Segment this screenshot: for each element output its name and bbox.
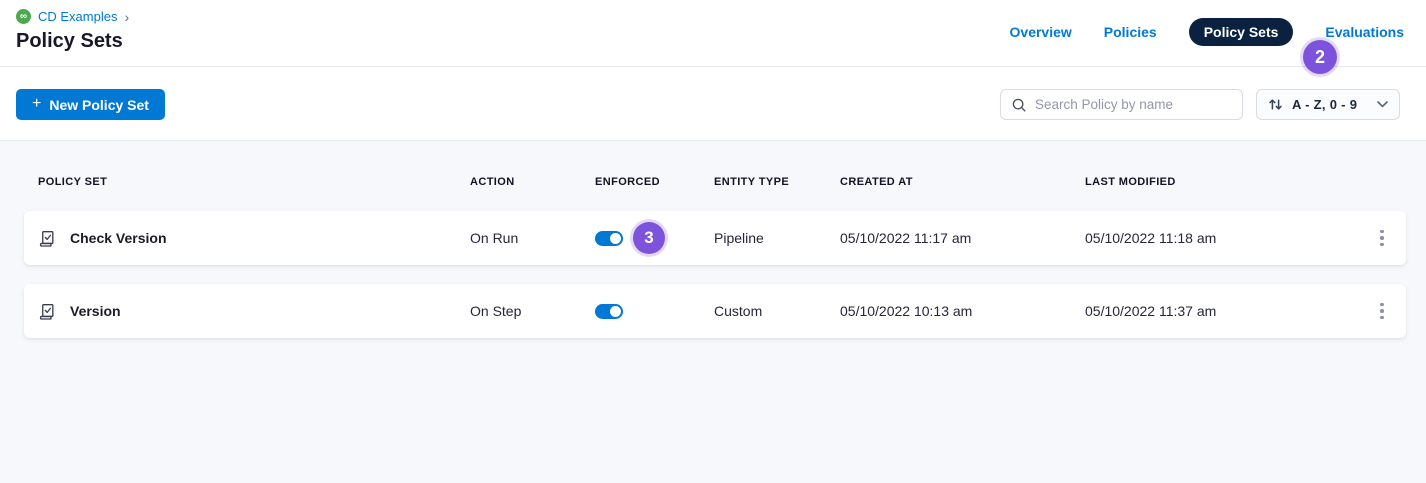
sort-arrows-icon [1268,97,1283,112]
table-row[interactable]: Version On Step Custom 05/10/2022 10:13 … [24,284,1406,338]
row-menu-kebab-icon[interactable] [1372,224,1392,253]
tab-evaluations[interactable]: Evaluations [1325,24,1404,40]
annotation-step-2-badge: 2 [1303,40,1337,74]
search-icon [1011,97,1027,113]
cd-module-icon: ∞ [16,9,31,24]
page-title: Policy Sets [16,30,123,53]
policy-action: On Run [470,230,595,246]
created-at: 05/10/2022 10:13 am [840,303,1085,319]
col-header-entity-type: ENTITY TYPE [714,176,840,188]
chevron-down-icon [1377,101,1388,108]
created-at: 05/10/2022 11:17 am [840,230,1085,246]
col-header-policy-set: POLICY SET [38,176,470,188]
sort-dropdown[interactable]: A - Z, 0 - 9 [1256,89,1400,120]
policy-action: On Step [470,303,595,319]
tab-policy-sets-active[interactable]: Policy Sets [1189,18,1294,46]
col-header-last-modified: LAST MODIFIED [1085,176,1358,188]
plus-icon: + [32,95,41,113]
toggle-knob [610,306,621,317]
entity-type: Pipeline [714,230,840,246]
tab-overview[interactable]: Overview [1010,24,1072,40]
last-modified: 05/10/2022 11:18 am [1085,230,1358,246]
col-header-created-at: CREATED AT [840,176,1085,188]
top-nav-tabs: Overview Policies Policy Sets Evaluation… [1010,18,1404,46]
policy-set-name[interactable]: Version [70,303,121,319]
toggle-knob [610,233,621,244]
sort-dropdown-value: A - Z, 0 - 9 [1292,97,1357,112]
table-row[interactable]: Check Version On Run 3 Pipeline 05/10/20… [24,211,1406,265]
new-policy-set-button[interactable]: + New Policy Set [16,89,165,120]
policy-set-icon [38,229,57,248]
breadcrumb: ∞ CD Examples › [16,9,129,24]
breadcrumb-project-link[interactable]: CD Examples [38,9,117,24]
last-modified: 05/10/2022 11:37 am [1085,303,1358,319]
new-policy-set-button-label: New Policy Set [49,97,149,113]
tab-policies[interactable]: Policies [1104,24,1157,40]
policy-set-icon [38,302,57,321]
enforced-toggle[interactable] [595,304,623,319]
table-header-row: POLICY SET ACTION ENFORCED ENTITY TYPE C… [24,176,1406,188]
policy-set-name[interactable]: Check Version [70,230,167,246]
row-menu-kebab-icon[interactable] [1372,297,1392,326]
entity-type: Custom [714,303,840,319]
page-header: ∞ CD Examples › Policy Sets Overview Pol… [0,0,1426,67]
enforced-toggle[interactable] [595,231,623,246]
policy-sets-table-section: POLICY SET ACTION ENFORCED ENTITY TYPE C… [0,141,1426,483]
col-header-enforced: ENFORCED [595,176,714,188]
breadcrumb-chevron-icon: › [124,9,129,24]
toolbar: + New Policy Set A - Z, 0 - 9 [0,67,1426,141]
annotation-step-3-badge: 3 [633,222,665,254]
search-input[interactable] [1035,97,1232,112]
col-header-action: ACTION [470,176,595,188]
search-box[interactable] [1000,89,1243,120]
